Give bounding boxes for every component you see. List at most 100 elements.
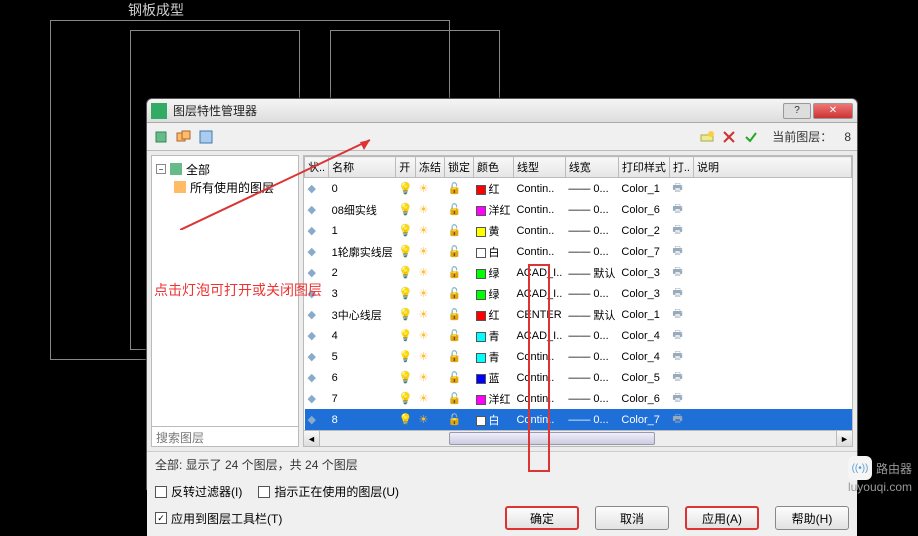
- lock-icon[interactable]: 🔓: [447, 372, 461, 384]
- lock-cell[interactable]: 🔓: [444, 199, 473, 220]
- lock-icon[interactable]: 🔓: [447, 183, 461, 195]
- name-cell[interactable]: 6: [329, 367, 396, 388]
- desc-cell[interactable]: [694, 241, 852, 262]
- plotstyle-cell[interactable]: Color_7: [618, 241, 669, 262]
- freeze-cell[interactable]: ☀: [415, 262, 444, 283]
- ok-button[interactable]: 确定: [505, 506, 579, 530]
- plotstyle-cell[interactable]: Color_3: [618, 283, 669, 304]
- on-cell[interactable]: 💡: [396, 199, 416, 220]
- lock-icon[interactable]: 🔓: [447, 330, 461, 342]
- sun-icon[interactable]: ☀: [418, 288, 428, 300]
- plotstyle-cell[interactable]: Color_1: [618, 178, 669, 200]
- table-row[interactable]: ◆3中心线层💡☀🔓红CENTER—— 默认Color_1🖶: [305, 304, 852, 325]
- name-cell[interactable]: 0: [329, 178, 396, 200]
- indicate-in-use-checkbox[interactable]: 指示正在使用的图层(U): [258, 483, 399, 500]
- table-row[interactable]: ◆4💡☀🔓青ACAD_I..—— 0...Color_4🖶: [305, 325, 852, 346]
- plot-cell[interactable]: 🖶: [669, 388, 693, 409]
- bulb-icon[interactable]: 💡: [399, 246, 413, 258]
- lineweight-cell[interactable]: —— 0...: [565, 199, 618, 220]
- printer-icon[interactable]: 🖶: [672, 392, 682, 404]
- lock-cell[interactable]: 🔓: [444, 367, 473, 388]
- freeze-cell[interactable]: ☀: [415, 241, 444, 262]
- color-cell[interactable]: 绿: [473, 262, 513, 283]
- desc-cell[interactable]: [694, 262, 852, 283]
- lineweight-cell[interactable]: —— 0...: [565, 283, 618, 304]
- name-cell[interactable]: 3: [329, 283, 396, 304]
- linetype-cell[interactable]: Contin..: [513, 199, 565, 220]
- lineweight-cell[interactable]: —— 0...: [565, 367, 618, 388]
- sun-icon[interactable]: ☀: [418, 330, 428, 342]
- lock-icon[interactable]: 🔓: [447, 351, 461, 363]
- desc-cell[interactable]: [694, 325, 852, 346]
- printer-icon[interactable]: 🖶: [672, 371, 682, 383]
- sun-icon[interactable]: ☀: [418, 372, 428, 384]
- lock-cell[interactable]: 🔓: [444, 241, 473, 262]
- freeze-cell[interactable]: ☀: [415, 178, 444, 200]
- lineweight-cell[interactable]: —— 0...: [565, 346, 618, 367]
- linetype-cell[interactable]: ACAD_I..: [513, 283, 565, 304]
- name-cell[interactable]: 1轮廓实线层: [329, 241, 396, 262]
- name-cell[interactable]: 5: [329, 346, 396, 367]
- lock-icon[interactable]: 🔓: [447, 414, 461, 426]
- lock-cell[interactable]: 🔓: [444, 346, 473, 367]
- lineweight-cell[interactable]: —— 0...: [565, 178, 618, 200]
- plotstyle-cell[interactable]: Color_1: [618, 304, 669, 325]
- linetype-cell[interactable]: Contin..: [513, 367, 565, 388]
- help-window-button[interactable]: ?: [783, 103, 811, 119]
- lock-cell[interactable]: 🔓: [444, 388, 473, 409]
- titlebar[interactable]: 图层特性管理器 ? ✕: [147, 99, 857, 123]
- sun-icon[interactable]: ☀: [418, 246, 428, 258]
- invert-filter-checkbox[interactable]: 反转过滤器(I): [155, 483, 242, 500]
- lock-cell[interactable]: 🔓: [444, 409, 473, 430]
- plot-cell[interactable]: 🖶: [669, 220, 693, 241]
- bulb-icon[interactable]: 💡: [399, 288, 413, 300]
- new-group-icon[interactable]: [175, 128, 193, 146]
- printer-icon[interactable]: 🖶: [672, 308, 682, 320]
- sun-icon[interactable]: ☀: [418, 183, 428, 195]
- lock-icon[interactable]: 🔓: [447, 204, 461, 216]
- color-cell[interactable]: 白: [473, 409, 513, 430]
- linetype-cell[interactable]: ACAD_I..: [513, 262, 565, 283]
- desc-cell[interactable]: [694, 409, 852, 430]
- printer-icon[interactable]: 🖶: [672, 203, 682, 215]
- lock-cell[interactable]: 🔓: [444, 178, 473, 200]
- name-cell[interactable]: 08细实线: [329, 199, 396, 220]
- printer-icon[interactable]: 🖶: [672, 287, 682, 299]
- bulb-icon[interactable]: 💡: [399, 351, 413, 363]
- plot-cell[interactable]: 🖶: [669, 241, 693, 262]
- set-current-icon[interactable]: [742, 128, 760, 146]
- on-cell[interactable]: 💡: [396, 283, 416, 304]
- bulb-icon[interactable]: 💡: [399, 330, 413, 342]
- delete-layer-icon[interactable]: [720, 128, 738, 146]
- color-cell[interactable]: 白: [473, 241, 513, 262]
- search-layer-input[interactable]: 搜索图层: [152, 426, 298, 446]
- col-color[interactable]: 颜色: [473, 157, 513, 178]
- scroll-right-button[interactable]: ►: [836, 431, 852, 446]
- lineweight-cell[interactable]: —— 0...: [565, 409, 618, 430]
- apply-button[interactable]: 应用(A): [685, 506, 759, 530]
- plot-cell[interactable]: 🖶: [669, 325, 693, 346]
- table-row[interactable]: ◆8💡☀🔓白Contin..—— 0...Color_7🖶: [305, 409, 852, 430]
- sun-icon[interactable]: ☀: [418, 414, 428, 426]
- cancel-button[interactable]: 取消: [595, 506, 669, 530]
- lock-icon[interactable]: 🔓: [447, 393, 461, 405]
- table-row[interactable]: ◆1轮廓实线层💡☀🔓白Contin..—— 0...Color_7🖶: [305, 241, 852, 262]
- desc-cell[interactable]: [694, 388, 852, 409]
- bulb-icon[interactable]: 💡: [399, 267, 413, 279]
- color-cell[interactable]: 红: [473, 304, 513, 325]
- table-row[interactable]: ◆2💡☀🔓绿ACAD_I..—— 默认Color_3🖶: [305, 262, 852, 283]
- freeze-cell[interactable]: ☀: [415, 220, 444, 241]
- linetype-cell[interactable]: ACAD_I..: [513, 325, 565, 346]
- apply-toolbar-checkbox[interactable]: ✓ 应用到图层工具栏(T): [155, 510, 282, 527]
- desc-cell[interactable]: [694, 283, 852, 304]
- color-cell[interactable]: 洋红: [473, 388, 513, 409]
- sun-icon[interactable]: ☀: [418, 393, 428, 405]
- freeze-cell[interactable]: ☀: [415, 346, 444, 367]
- new-layer-icon[interactable]: [698, 128, 716, 146]
- plotstyle-cell[interactable]: Color_7: [618, 409, 669, 430]
- freeze-cell[interactable]: ☀: [415, 367, 444, 388]
- linetype-cell[interactable]: Contin..: [513, 241, 565, 262]
- lock-cell[interactable]: 🔓: [444, 304, 473, 325]
- desc-cell[interactable]: [694, 367, 852, 388]
- color-cell[interactable]: 红: [473, 178, 513, 200]
